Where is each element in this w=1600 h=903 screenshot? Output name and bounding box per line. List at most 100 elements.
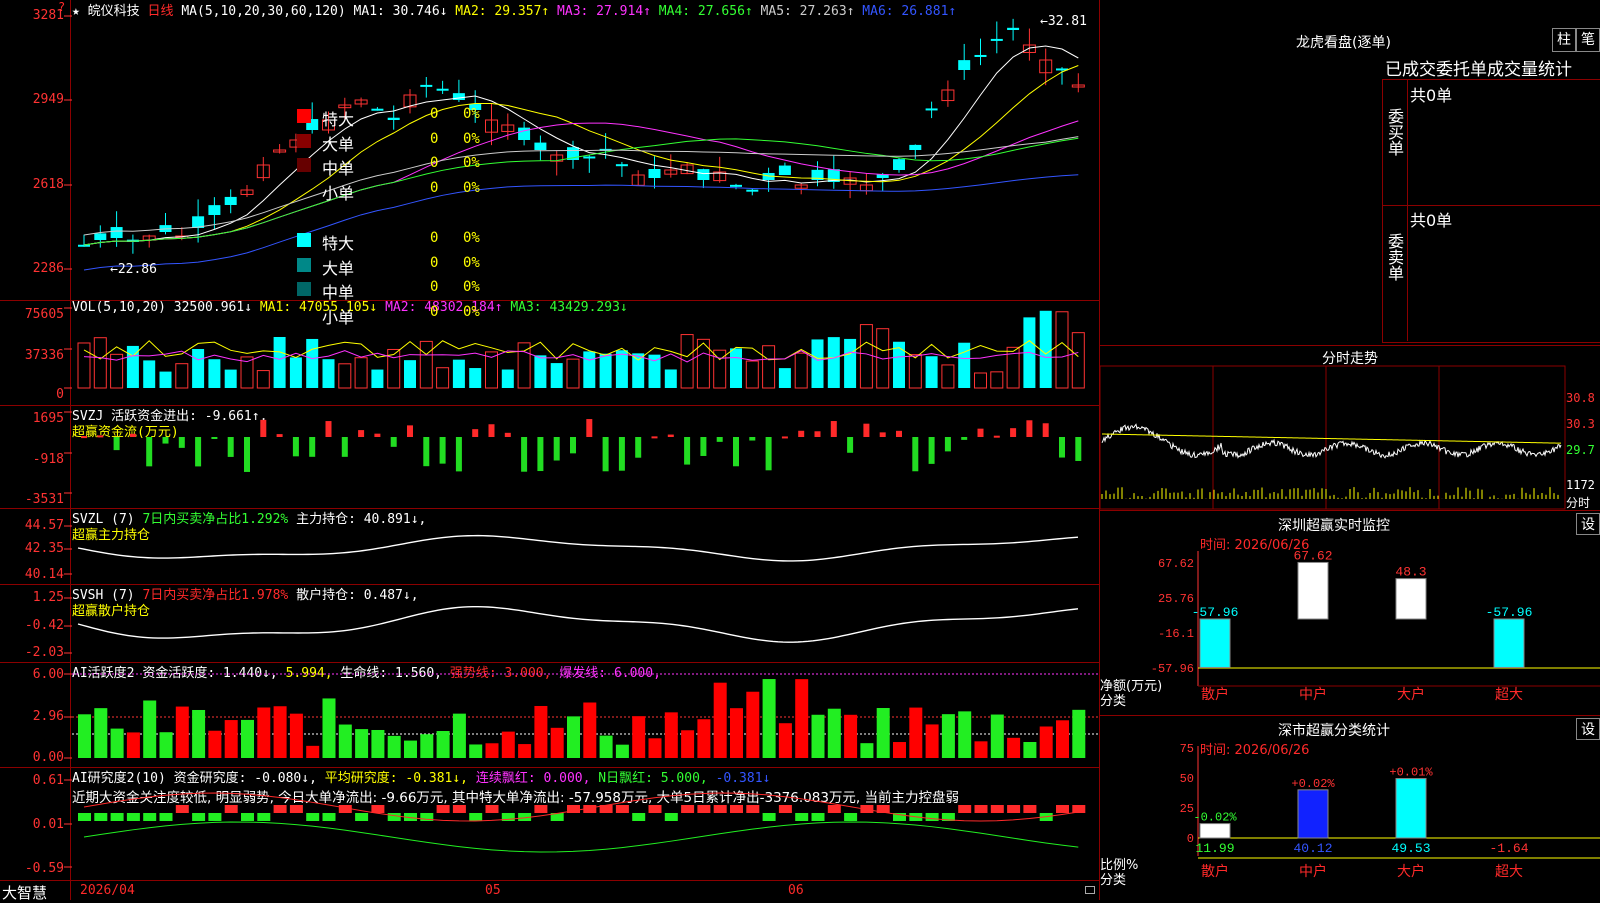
orders-col-divider — [1407, 79, 1408, 341]
lock-icon[interactable] — [1085, 886, 1095, 894]
vol-bar-down — [664, 369, 677, 388]
vol-bar-up — [175, 363, 189, 389]
classify-panel: 深市超赢分类统计 设 时间: 2026/06/26 75 50 25 0 -0.02% 1… — [1100, 715, 1600, 901]
tick-view-button[interactable]: 笔 — [1576, 28, 1600, 52]
svzj-bar-pos — [97, 435, 104, 438]
ai2-bar — [762, 813, 776, 821]
svzj-bar-neg — [961, 437, 968, 440]
svzj-bar-neg — [292, 437, 299, 457]
intraday-unit: 分时 — [1566, 496, 1591, 510]
buy-swatch — [297, 158, 311, 172]
price-panel[interactable]: ★ 皖仪科技 日线 MA(5,10,20,30,60,120) MA1: 30.… — [0, 0, 1100, 301]
intraday-price — [1101, 423, 1562, 459]
ai2-bar — [664, 813, 678, 821]
svzl-panel[interactable]: SVZL (7) 7日内买卖净占比1.292% 主力持仓: 40.891↓, 超… — [0, 508, 1100, 585]
ai2-bar — [697, 805, 711, 813]
classify-category: 中户 — [1299, 863, 1327, 880]
candle-down — [534, 142, 547, 150]
monitor-chart[interactable]: 67.62 25.76 -16.1 -57.96 -57.96 散户 67.62 中户 48.3… — [1100, 511, 1600, 716]
classify-value-label: 49.53 — [1391, 841, 1430, 856]
intraday-chart[interactable] — [1100, 346, 1600, 511]
classify-value-label: 40.12 — [1293, 841, 1332, 856]
ai-activity-panel[interactable]: AI活跃度2 资金活跃度: 1.440↓, 5.994, 生命线: 1.560,… — [0, 662, 1100, 768]
classify-change-label: +0.01% — [1389, 766, 1433, 780]
ai1-bar-green — [355, 729, 369, 758]
svzj-bar-neg — [749, 437, 756, 441]
vol-bar-down — [550, 363, 563, 388]
buy-count: 0 — [430, 155, 439, 171]
ai-research-chart[interactable] — [0, 767, 1100, 880]
ai1-bar-green — [615, 744, 629, 758]
ai1-bar-green — [1023, 742, 1037, 758]
ai2-bar — [730, 805, 743, 813]
intraday-axis-3: 1172 — [1566, 478, 1595, 492]
buy-orders-label: 委买单 — [1385, 108, 1404, 156]
ai2-bar — [289, 805, 303, 813]
svsh-panel[interactable]: SVSH (7) 7日内买卖净占比1.978% 散户持仓: 0.487↓, 超赢… — [0, 584, 1100, 663]
price-chart[interactable] — [0, 0, 1100, 300]
classify-change-label: +0.02% — [1291, 777, 1335, 791]
candle-down — [974, 54, 987, 57]
ai1-bar-red — [501, 731, 515, 758]
ai1-bar-green — [241, 719, 254, 758]
svzj-bar-neg — [227, 437, 234, 457]
ma-line — [83, 120, 1079, 246]
buy-name: 特大 — [322, 110, 355, 129]
ai1-bar-red — [925, 724, 939, 758]
svsh-line — [77, 605, 1079, 643]
ai1-bar-red — [893, 742, 906, 758]
sell-count: 0 — [430, 230, 439, 246]
ai2-bar — [1072, 805, 1086, 813]
svzj-bar-neg — [341, 437, 348, 457]
candle-down — [224, 196, 237, 205]
monitor-bar-中户 — [1297, 561, 1329, 620]
stats-tabs[interactable]: 已成交委托单成交量统计 — [1385, 55, 1572, 80]
vol-bar-up — [794, 352, 808, 389]
svzj-bar-neg — [847, 437, 854, 453]
ai1-bar-green — [827, 708, 841, 758]
ai-research-panel[interactable]: AI研究度2(10) 资金研究度: -0.080↓, 平均研究度: -0.381… — [0, 767, 1100, 880]
vol-bar-down — [208, 359, 221, 388]
svzj-bar-pos — [977, 428, 984, 437]
ai2-bar — [241, 813, 254, 821]
classify-chart[interactable]: 75 50 25 0 -0.02% 11.99 散户 +0.02% 40.12 中户 +0.01% 4… — [1100, 716, 1600, 901]
intraday-frame — [1100, 365, 1566, 510]
svzj-bar-pos — [667, 434, 674, 437]
ai2-bar — [811, 813, 825, 821]
svzl-chart[interactable] — [0, 508, 1100, 584]
date-axis: 大智慧 2026/04 05 06 — [0, 880, 1100, 902]
candle-down — [615, 164, 628, 167]
buy-pct: 0% — [463, 130, 480, 147]
ai2-bar — [159, 813, 173, 821]
monitor-bar-label: -57.96 — [1486, 605, 1533, 620]
vol-bar-up — [859, 324, 873, 389]
ai-activity-chart[interactable] — [0, 662, 1100, 767]
svzj-bar-neg — [423, 437, 430, 467]
volume-chart[interactable] — [0, 300, 1100, 405]
sell-swatch — [297, 307, 311, 321]
svzj-bar-pos — [651, 436, 658, 439]
ai1-bar-green — [876, 708, 890, 758]
vol-bar-down — [306, 338, 319, 388]
svzj-bar-pos — [472, 429, 479, 437]
sell-name: 大单 — [322, 258, 355, 278]
svzj-bar-pos — [374, 433, 381, 437]
monitor-bar-label: -57.96 — [1192, 605, 1239, 620]
candle-down — [746, 189, 759, 192]
vol-bar-down — [501, 369, 514, 388]
ai1-bar-red — [583, 702, 597, 758]
sell-pct: 0% — [463, 254, 480, 271]
svzj-chart[interactable] — [0, 405, 1100, 508]
volume-panel[interactable]: VOL(5,10,20) 32500.961↓ MA1: 47055.105↓ … — [0, 300, 1100, 406]
ai1-bar-green — [110, 728, 124, 758]
buy-swatch — [297, 109, 311, 123]
orders-divider — [1382, 205, 1600, 206]
candle-down — [387, 117, 400, 120]
bar-view-button[interactable]: 柱 — [1552, 28, 1576, 52]
monitor-bar-超大 — [1493, 618, 1525, 668]
svzj-panel[interactable]: SVZJ 活跃资金进出: -9.661↑, 超赢资金流(万元) 1695 -91… — [0, 405, 1100, 509]
svsh-chart[interactable] — [0, 584, 1100, 662]
svzj-bar-neg — [1059, 437, 1065, 458]
ma-line — [83, 137, 1079, 246]
svzj-bar-pos — [993, 435, 1000, 438]
